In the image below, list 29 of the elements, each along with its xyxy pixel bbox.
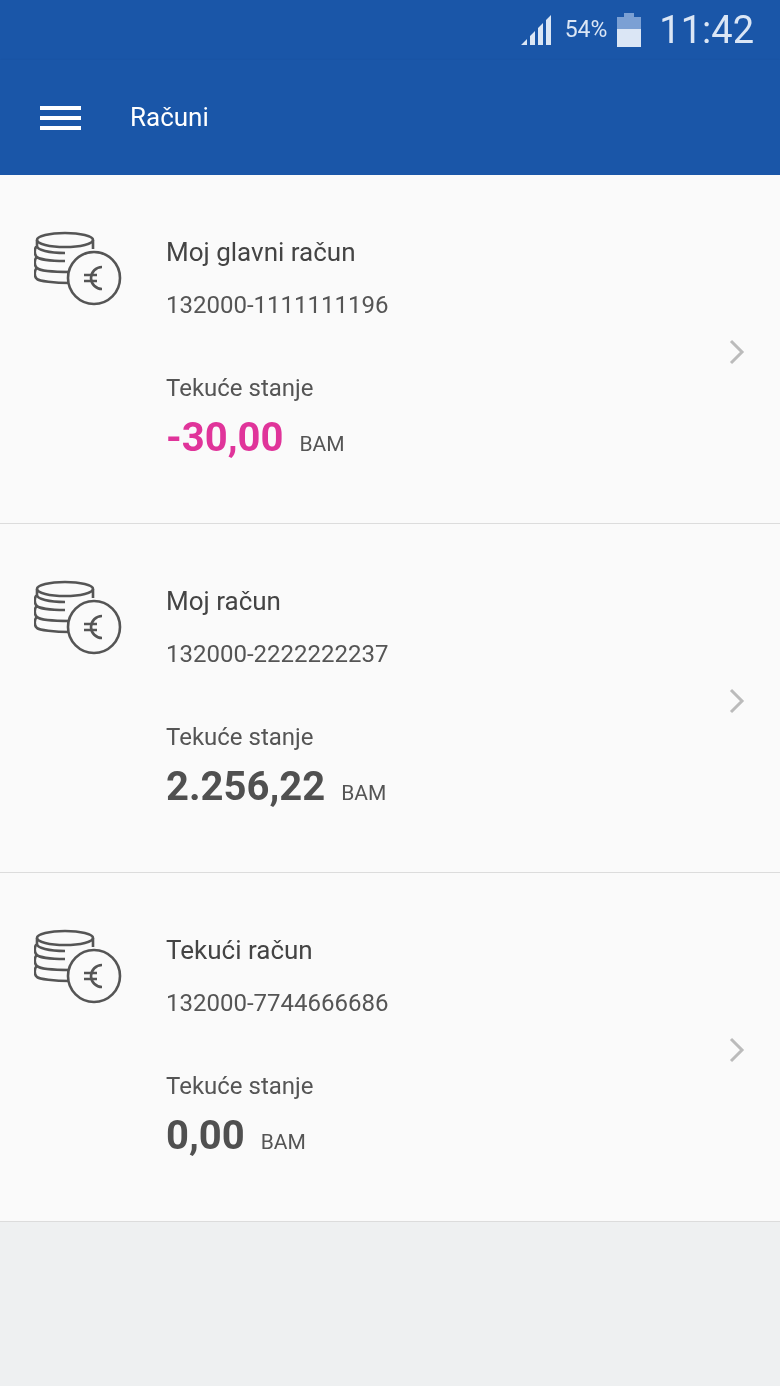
clock: 11:42 bbox=[659, 6, 754, 54]
currency: BAM bbox=[299, 431, 345, 458]
account-card[interactable]: Tekući račun 132000-7744666686 Tekuće stanje 0,00 BAM bbox=[0, 873, 780, 1222]
chevron-right-icon bbox=[729, 688, 745, 714]
coins-icon bbox=[34, 231, 124, 307]
account-name: Moj glavni račun bbox=[166, 236, 357, 269]
account-number: 132000-1111111196 bbox=[166, 290, 389, 320]
account-card[interactable]: Moj račun 132000-2222222237 Tekuće stanje 2.256,22 BAM bbox=[0, 524, 780, 873]
account-card[interactable]: Moj glavni račun 132000-1111111196 Tekuće stanje -30,00 BAM bbox=[0, 175, 780, 524]
balance-label: Tekuće stanje bbox=[166, 722, 315, 752]
coins-icon bbox=[34, 929, 124, 1005]
chevron-right-icon bbox=[729, 339, 745, 365]
battery-icon bbox=[617, 13, 642, 47]
chevron-right-icon bbox=[729, 1037, 745, 1063]
currency: BAM bbox=[260, 1129, 306, 1156]
balance-amount: 2.256,22 bbox=[166, 763, 326, 811]
balance-label: Tekuće stanje bbox=[166, 1071, 315, 1101]
account-number: 132000-2222222237 bbox=[166, 639, 389, 669]
balance-amount: 0,00 bbox=[166, 1112, 245, 1160]
coins-icon bbox=[34, 580, 124, 656]
balance-label: Tekuće stanje bbox=[166, 373, 315, 403]
screen-title: Računi bbox=[130, 101, 209, 134]
account-number: 132000-7744666686 bbox=[166, 988, 389, 1018]
currency: BAM bbox=[341, 780, 387, 807]
account-name: Tekući račun bbox=[166, 934, 314, 967]
menu-icon[interactable] bbox=[40, 105, 81, 130]
account-name: Moj račun bbox=[166, 585, 282, 618]
battery-percent: 54% bbox=[564, 14, 608, 45]
balance-amount: -30,00 bbox=[166, 414, 284, 462]
